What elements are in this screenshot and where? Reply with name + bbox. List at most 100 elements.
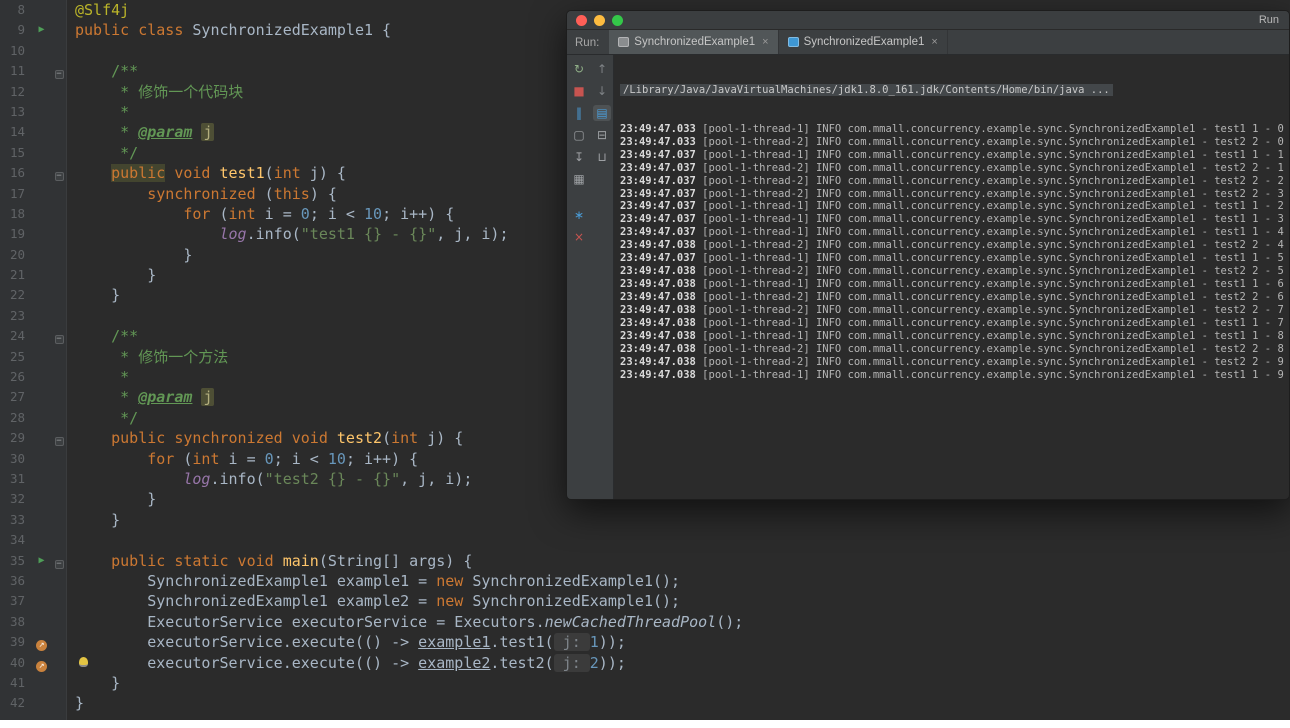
line-number[interactable]: 22 (0, 285, 32, 305)
rerun-icon[interactable]: ↻ (570, 61, 588, 77)
console-tab-icon (787, 37, 799, 47)
line-number[interactable]: 26 (0, 367, 32, 387)
gutter-spacer (32, 122, 51, 142)
code-text: SynchronizedExample1 example2 = new Sync… (75, 592, 681, 611)
stop-icon[interactable]: ■ (570, 83, 588, 99)
line-number[interactable]: 24 (0, 326, 32, 346)
line-number[interactable]: 14 (0, 122, 32, 142)
line-number[interactable]: 40 (0, 653, 32, 673)
pause-output-icon[interactable]: ‖ (570, 105, 588, 121)
line-number[interactable]: 42 (0, 693, 32, 713)
console-log-line: 23:49:47.037 [pool-1-thread-1] INFO com.… (620, 200, 1284, 213)
code-line[interactable]: 35 ▶ − public static void main(String[] ar… (0, 551, 1290, 571)
close-tab-icon[interactable]: × (762, 36, 768, 48)
run-button-icon[interactable]: ▶ (32, 20, 51, 40)
code-line[interactable]: 38 ExecutorService executorService = Exe… (0, 612, 1290, 632)
clear-all-icon[interactable]: ⊔ (593, 149, 611, 165)
line-number[interactable]: 15 (0, 143, 32, 163)
code-line[interactable]: 41 } (0, 673, 1290, 693)
gutter-spacer (32, 367, 51, 387)
gc-icon[interactable]: ∗ (570, 207, 588, 223)
line-number[interactable]: 19 (0, 224, 32, 244)
restore-layout-icon[interactable]: ▢ (570, 127, 588, 143)
gutter-spacer (32, 245, 51, 265)
minimize-window-button[interactable] (594, 15, 605, 26)
close-console-icon[interactable]: × (570, 229, 588, 245)
run-tab[interactable]: SynchronizedExample1 × (609, 30, 779, 54)
line-number[interactable]: 39 (0, 632, 32, 652)
line-number[interactable]: 37 (0, 591, 32, 611)
line-number[interactable]: 32 (0, 489, 32, 509)
print-icon[interactable]: ⊟ (593, 127, 611, 143)
line-number[interactable]: 18 (0, 204, 32, 224)
line-number[interactable]: 8 (0, 0, 32, 20)
window-titlebar[interactable]: Run (567, 11, 1289, 30)
next-occurrence-icon[interactable]: ↓ (593, 83, 611, 99)
close-window-button[interactable] (576, 15, 587, 26)
line-number[interactable]: 31 (0, 469, 32, 489)
bottom-strip (0, 720, 1290, 728)
line-number[interactable]: 34 (0, 530, 32, 550)
intention-bulb-icon[interactable] (79, 656, 88, 667)
code-line[interactable]: 40 ↗ executorService.execute(() -> exampl… (0, 653, 1290, 673)
line-number[interactable]: 17 (0, 184, 32, 204)
line-number[interactable]: 13 (0, 102, 32, 122)
prev-occurrence-icon[interactable]: ↑ (593, 61, 611, 77)
code-text: /** (75, 327, 139, 346)
orange-arrow-circle-icon[interactable]: ↗ (32, 653, 51, 673)
line-number[interactable]: 16 (0, 163, 32, 183)
line-number[interactable]: 36 (0, 571, 32, 591)
console-output[interactable]: /Library/Java/JavaVirtualMachines/jdk1.8… (614, 55, 1289, 499)
line-number[interactable]: 25 (0, 347, 32, 367)
line-number[interactable]: 41 (0, 673, 32, 693)
console-log-line: 23:49:47.033 [pool-1-thread-1] INFO com.… (620, 122, 1284, 135)
code-line[interactable]: 39 ↗ executorService.execute(() -> exampl… (0, 632, 1290, 652)
code-text: */ (75, 143, 139, 162)
fold-marker[interactable]: − (51, 326, 67, 346)
line-number[interactable]: 27 (0, 387, 32, 407)
console-log-line: 23:49:47.038 [pool-1-thread-1] INFO com.… (620, 317, 1284, 330)
console-tab-icon (618, 37, 630, 47)
code-line[interactable]: 33 } (0, 510, 1290, 530)
fold-marker[interactable]: − (51, 163, 67, 183)
line-number[interactable]: 35 (0, 551, 32, 571)
soft-wrap-icon[interactable]: ▤ (593, 105, 611, 121)
console-log-line: 23:49:47.037 [pool-1-thread-1] INFO com.… (620, 252, 1284, 265)
fold-marker[interactable]: − (51, 428, 67, 448)
code-line[interactable]: 37 SynchronizedExample1 example2 = new S… (0, 591, 1290, 611)
line-number[interactable]: 29 (0, 428, 32, 448)
line-number[interactable]: 20 (0, 245, 32, 265)
zoom-window-button[interactable] (612, 15, 623, 26)
scroll-to-end-icon[interactable]: ↧ (570, 149, 588, 165)
line-number[interactable]: 21 (0, 265, 32, 285)
run-tab[interactable]: SynchronizedExample1 × (779, 30, 948, 54)
code-text: } (75, 490, 157, 509)
line-number[interactable]: 30 (0, 449, 32, 469)
code-line[interactable]: 36 SynchronizedExample1 example1 = new S… (0, 571, 1290, 591)
gutter-spacer (32, 693, 51, 713)
run-body: ↻ ■ ‖ ▢ ↧ ▦ ∗ × ↑ ↓ ▤ ⊟ ⊔ /Library/Java/JavaVirtual… (567, 55, 1289, 499)
gutter-spacer (32, 0, 51, 20)
close-tab-icon[interactable]: × (931, 36, 937, 48)
line-number[interactable]: 23 (0, 306, 32, 326)
orange-arrow-circle-icon[interactable]: ↗ (32, 632, 51, 652)
line-number[interactable]: 12 (0, 82, 32, 102)
dump-threads-icon[interactable]: ▦ (570, 171, 588, 187)
line-number[interactable]: 33 (0, 510, 32, 530)
line-number[interactable]: 11 (0, 61, 32, 81)
line-number[interactable]: 10 (0, 41, 32, 61)
code-line[interactable]: 42} (0, 693, 1290, 713)
line-number[interactable]: 28 (0, 408, 32, 428)
console-log-line: 23:49:47.037 [pool-1-thread-2] INFO com.… (620, 174, 1284, 187)
run-button-icon[interactable]: ▶ (32, 551, 51, 571)
line-number[interactable]: 9 (0, 20, 32, 40)
line-number[interactable]: 38 (0, 612, 32, 632)
fold-marker[interactable]: − (51, 551, 67, 571)
code-line[interactable]: 34 (0, 530, 1290, 550)
fold-marker[interactable]: − (51, 61, 67, 81)
